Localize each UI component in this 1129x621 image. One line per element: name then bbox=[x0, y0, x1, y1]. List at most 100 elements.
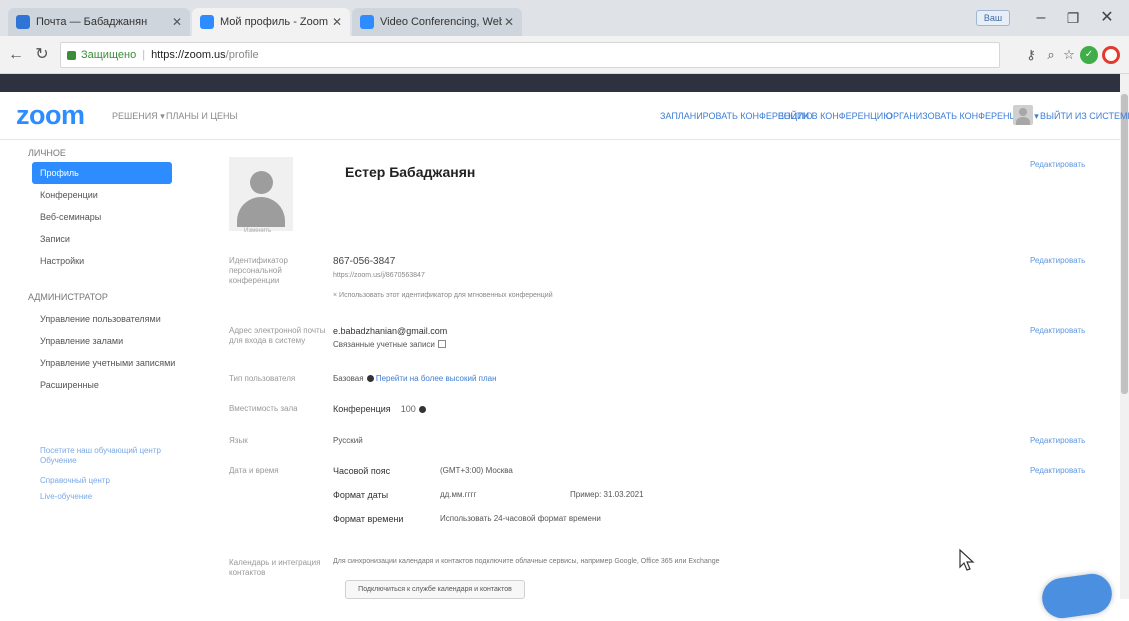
url-host: https://zoom.us bbox=[151, 49, 226, 61]
avatar-body bbox=[237, 197, 285, 227]
time-format-label: Формат времени bbox=[333, 514, 404, 524]
user-type-value: Базовая Перейти на более высокий план bbox=[333, 374, 497, 383]
sidebar-header-admin: АДМИНИСТРАТОР bbox=[28, 292, 108, 302]
sidebar-item-profile[interactable]: Профиль bbox=[32, 162, 172, 184]
row-label-language: Язык bbox=[229, 436, 248, 445]
calendar-description: Для синхронизации календаря и контактов … bbox=[333, 558, 720, 565]
upgrade-link[interactable]: Перейти на более высокий план bbox=[376, 374, 497, 383]
timezone-label: Часовой пояс bbox=[333, 466, 391, 476]
avatar-head bbox=[250, 171, 273, 194]
row-label-user-type: Тип пользователя bbox=[229, 374, 296, 383]
info-icon[interactable] bbox=[366, 375, 374, 382]
mail-favicon-icon bbox=[16, 15, 30, 29]
window-close-icon[interactable]: ✕ bbox=[1092, 8, 1122, 28]
nav-plans[interactable]: ПЛАНЫ И ЦЕНЫ bbox=[166, 111, 237, 121]
tab-title: Мой профиль - Zoom bbox=[220, 16, 329, 28]
search-icon[interactable]: ⌕ bbox=[1042, 46, 1060, 64]
language-value: Русский bbox=[333, 436, 363, 445]
row-label-capacity: Вместимость зала bbox=[229, 404, 298, 413]
timezone-value: (GMT+3:00) Москва bbox=[440, 466, 513, 475]
user-avatar[interactable] bbox=[1013, 105, 1033, 125]
capacity-number: 100 bbox=[400, 404, 416, 414]
reload-icon[interactable]: ↻ bbox=[32, 45, 52, 65]
sidebar-item-advanced[interactable]: Расширенные bbox=[32, 374, 172, 396]
page-scrollbar[interactable] bbox=[1120, 74, 1129, 599]
row-label-calendar: Календарь и интеграция контактов bbox=[229, 558, 321, 577]
capacity-type: Конференция bbox=[333, 404, 391, 414]
sidebar-item-user-management[interactable]: Управление пользователями bbox=[32, 308, 172, 330]
row-label-email: Адрес электронной почты для входа в сист… bbox=[229, 326, 326, 345]
tab-title: Почта — Бабаджанян bbox=[36, 16, 148, 28]
sidebar-item-account-management[interactable]: Управление учетными записями bbox=[32, 352, 175, 374]
close-icon[interactable]: ✕ bbox=[170, 15, 184, 29]
sidebar-link-help-center[interactable]: Справочный центр bbox=[40, 476, 110, 485]
row-label-pmi: Идентификатор персональной конференции bbox=[229, 256, 288, 285]
sidebar-link-training-center[interactable]: Посетите наш обучающий центр bbox=[40, 446, 161, 455]
edit-email-link[interactable]: Редактировать bbox=[1030, 326, 1085, 335]
mouse-cursor-icon bbox=[959, 548, 975, 571]
tab-title: Video Conferencing, Web bbox=[380, 16, 502, 28]
row-label-datetime: Дата и время bbox=[229, 466, 279, 475]
change-avatar-link[interactable]: Изменить bbox=[244, 228, 271, 234]
url-path: /profile bbox=[225, 49, 259, 61]
url-separator: | bbox=[142, 49, 146, 61]
edit-language-link[interactable]: Редактировать bbox=[1030, 436, 1085, 445]
sidebar-item-recordings[interactable]: Записи bbox=[32, 228, 172, 250]
nav-solutions[interactable]: РЕШЕНИЯ ▾ bbox=[112, 111, 165, 122]
edit-name-link[interactable]: Редактировать bbox=[1030, 160, 1085, 169]
profile-avatar[interactable] bbox=[229, 157, 293, 231]
minimize-icon[interactable]: – bbox=[1026, 8, 1056, 28]
email-value: e.babadzhanian@gmail.com bbox=[333, 326, 448, 336]
tab-video-conferencing[interactable]: Video Conferencing, Web ✕ bbox=[352, 8, 522, 36]
zoom-favicon-icon bbox=[360, 15, 374, 29]
help-widget-icon[interactable] bbox=[1039, 571, 1115, 621]
sidebar-item-room-management[interactable]: Управление залами bbox=[32, 330, 172, 352]
pmi-link[interactable]: https://zoom.us/j/8670563847 bbox=[333, 272, 425, 279]
info-icon[interactable] bbox=[418, 406, 426, 413]
sidebar-link-training[interactable]: Обучение bbox=[40, 456, 77, 465]
star-icon[interactable]: ☆ bbox=[1060, 46, 1078, 64]
user-type-text: Базовая bbox=[333, 374, 364, 383]
date-format-example: Пример: 31.03.2021 bbox=[570, 490, 644, 499]
tab-mail[interactable]: Почта — Бабаджанян ✕ bbox=[8, 8, 190, 36]
maximize-icon[interactable]: ❐ bbox=[1058, 8, 1088, 28]
date-format-value: дд.мм.гггг bbox=[440, 490, 477, 499]
connect-calendar-button[interactable]: Подключиться к службе календаря и контак… bbox=[345, 580, 525, 599]
browser-profile-badge[interactable]: Ваш bbox=[976, 10, 1010, 26]
sidebar-item-meetings[interactable]: Конференции bbox=[32, 184, 172, 206]
sidebar-header-personal: ЛИЧНОЕ bbox=[28, 148, 66, 158]
copy-icon[interactable] bbox=[437, 340, 446, 348]
date-format-label: Формат даты bbox=[333, 490, 389, 500]
page-top-bar bbox=[0, 74, 1120, 92]
nav-join-meeting[interactable]: ВОЙТИ В КОНФЕРЕНЦИЮ bbox=[778, 111, 892, 121]
time-format-value[interactable]: Использовать 24-часовой формат времени bbox=[440, 514, 601, 523]
lock-icon bbox=[67, 50, 76, 60]
capacity-value: Конференция 100 bbox=[333, 404, 426, 414]
sidebar-item-settings[interactable]: Настройки bbox=[32, 250, 172, 272]
zoom-logo[interactable]: zoom bbox=[16, 100, 85, 131]
edit-pmi-link[interactable]: Редактировать bbox=[1030, 256, 1085, 265]
scrollbar-thumb[interactable] bbox=[1121, 94, 1128, 394]
browser-toolbar: ← ↻ Защищено | https://zoom.us /profile … bbox=[0, 36, 1129, 74]
nav-sign-out[interactable]: ВЫЙТИ ИЗ СИСТЕМЫ bbox=[1040, 111, 1129, 121]
tab-zoom-profile[interactable]: Мой профиль - Zoom ✕ bbox=[192, 8, 350, 36]
back-icon[interactable]: ← bbox=[6, 45, 26, 65]
linked-accounts-label: Связанные учетные записи bbox=[333, 340, 435, 349]
profile-name: Естер Бабаджанян bbox=[345, 164, 476, 180]
edit-datetime-link[interactable]: Редактировать bbox=[1030, 466, 1085, 475]
zoom-favicon-icon bbox=[200, 15, 214, 29]
extension-check-icon[interactable]: ✓ bbox=[1080, 46, 1098, 64]
address-bar[interactable]: Защищено | https://zoom.us /profile bbox=[60, 42, 1000, 68]
close-icon[interactable]: ✕ bbox=[502, 15, 516, 29]
pmi-note[interactable]: × Использовать этот идентификатор для мг… bbox=[333, 292, 553, 299]
pmi-value: 867-056-3847 bbox=[333, 256, 396, 267]
linked-accounts: Связанные учетные записи bbox=[333, 340, 446, 349]
sidebar-item-webinars[interactable]: Веб-семинары bbox=[32, 206, 172, 228]
opera-extension-icon[interactable] bbox=[1102, 46, 1120, 64]
site-header: zoom РЕШЕНИЯ ▾ ПЛАНЫ И ЦЕНЫ ЗАПЛАНИРОВАТ… bbox=[0, 92, 1129, 140]
secure-label: Защищено bbox=[81, 49, 137, 61]
key-icon[interactable]: ⚷ bbox=[1022, 46, 1040, 64]
sidebar: ЛИЧНОЕ Профиль Конференции Веб-семинары … bbox=[0, 140, 190, 599]
sidebar-link-live-training[interactable]: Live-обучение bbox=[40, 492, 92, 501]
close-icon[interactable]: ✕ bbox=[330, 15, 344, 29]
